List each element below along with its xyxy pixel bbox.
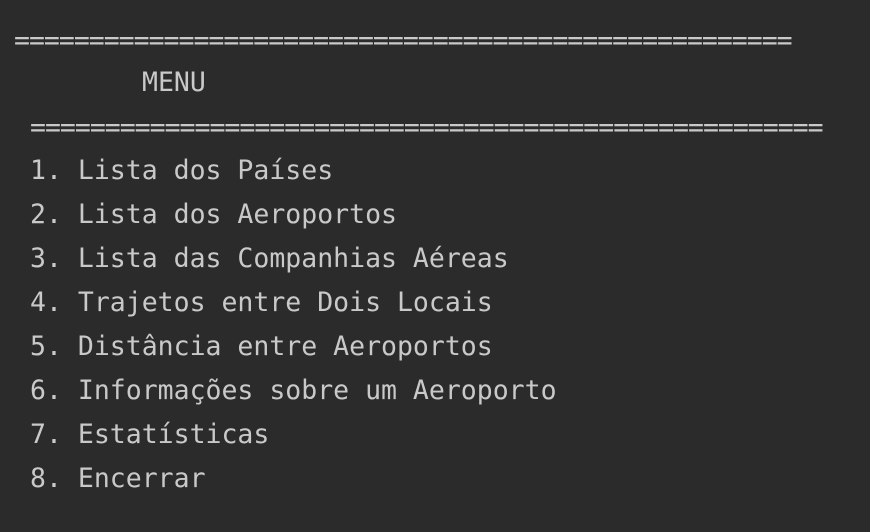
menu-item-label: Lista dos Aeroportos xyxy=(77,199,397,230)
menu-item-number: 7. xyxy=(30,419,62,450)
menu-item-lista-aeroportos: 2. Lista dos Aeroportos xyxy=(30,193,397,237)
menu-item-label: Encerrar xyxy=(77,463,206,494)
menu-item-number: 8. xyxy=(30,463,62,494)
menu-item-lista-companhias: 3. Lista das Companhias Aéreas xyxy=(30,237,509,281)
menu-item-trajetos: 4. Trajetos entre Dois Locais xyxy=(30,281,493,325)
menu-item-label: Informações sobre um Aeroporto xyxy=(77,375,557,406)
menu-item-label: Lista das Companhias Aéreas xyxy=(77,243,509,274)
menu-item-label: Distância entre Aeroportos xyxy=(77,331,493,362)
menu-item-number: 1. xyxy=(30,155,62,186)
menu-item-informacoes: 6. Informações sobre um Aeroporto xyxy=(30,369,557,413)
separator-line-middle: ========================================… xyxy=(30,112,824,143)
menu-item-encerrar: 8. Encerrar xyxy=(30,457,206,501)
menu-item-number: 3. xyxy=(30,243,62,274)
menu-title: MENU xyxy=(142,67,206,98)
menu-item-number: 5. xyxy=(30,331,62,362)
menu-item-number: 2. xyxy=(30,199,62,230)
menu-item-label: Lista dos Países xyxy=(77,155,334,186)
menu-item-number: 4. xyxy=(30,287,62,318)
separator-line-top: ========================================… xyxy=(14,25,793,56)
console-output: ========================================… xyxy=(0,0,870,532)
menu-item-label: Trajetos entre Dois Locais xyxy=(77,287,493,318)
menu-item-distancia: 5. Distância entre Aeroportos xyxy=(30,325,493,369)
menu-item-estatisticas: 7. Estatísticas xyxy=(30,413,269,457)
menu-item-number: 6. xyxy=(30,375,62,406)
menu-item-label: Estatísticas xyxy=(77,419,270,450)
menu-item-lista-paises: 1. Lista dos Países xyxy=(30,149,333,193)
